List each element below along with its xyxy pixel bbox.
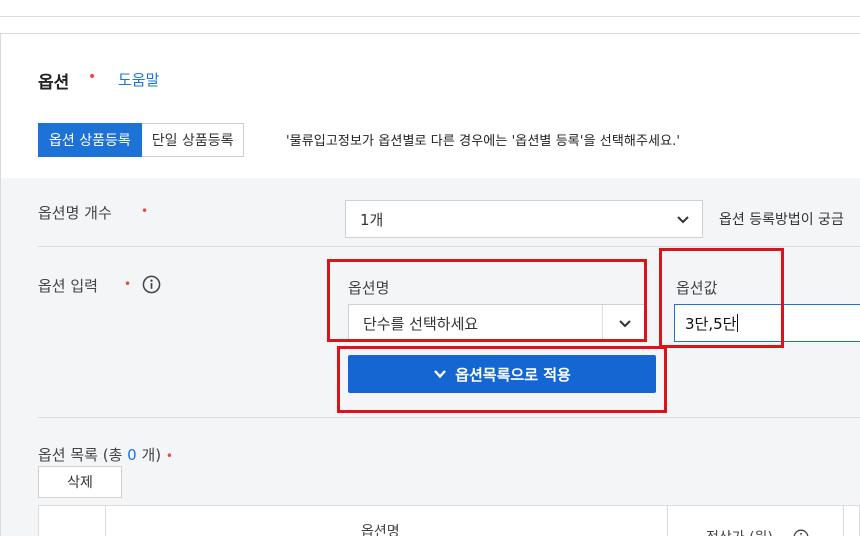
column-header-option-name: 옵션명: [361, 524, 400, 536]
delete-button[interactable]: 삭제: [38, 466, 122, 498]
required-mark: •: [165, 449, 173, 463]
option-list-label-prefix: 옵션 목록 (총: [38, 446, 128, 464]
option-count-label: 옵션명 개수: [38, 204, 112, 222]
chevron-down-icon: [677, 216, 689, 224]
info-circle-icon[interactable]: [142, 275, 161, 294]
highlight-option-name: [327, 259, 647, 342]
info-circle-icon[interactable]: [793, 529, 809, 536]
checkbox-column: [39, 506, 106, 536]
price-column: 정상가 (원): [668, 506, 844, 536]
tab-single-register[interactable]: 단일 상품등록: [141, 123, 245, 157]
register-notice: '물류입고정보가 옵션별로 다른 경우에는 '옵션별 등록'을 선택해주세요.': [286, 134, 681, 149]
register-type-tabs: 옵션 상품등록 단일 상품등록: [38, 123, 245, 157]
option-list-label-suffix: 개): [136, 446, 162, 464]
option-name-column: 옵션명: [106, 506, 668, 536]
option-guide-text[interactable]: 옵션 등록방법이 궁금: [719, 209, 844, 229]
highlight-option-value: [659, 248, 784, 348]
option-list-label: 옵션 목록 (총 0 개) •: [38, 444, 173, 465]
required-mark: •: [124, 277, 132, 291]
row-divider: [38, 417, 860, 418]
tab-option-register[interactable]: 옵션 상품등록: [38, 123, 142, 157]
required-mark: •: [88, 69, 97, 85]
help-link[interactable]: 도움말: [118, 69, 159, 90]
highlight-apply-button: [337, 346, 667, 413]
option-count-select[interactable]: 1개: [345, 200, 703, 238]
option-count-value: 1개: [360, 210, 384, 229]
row-divider: [38, 246, 860, 247]
required-mark: •: [141, 204, 149, 218]
top-divider: [0, 16, 860, 17]
option-list-count: 0: [127, 446, 137, 464]
option-input-label: 옵션 입력: [38, 277, 98, 295]
section-title: 옵션: [38, 73, 70, 93]
option-table-header: 옵션명 정상가 (원): [38, 505, 860, 536]
column-header-price: 정상가 (원): [706, 527, 773, 536]
